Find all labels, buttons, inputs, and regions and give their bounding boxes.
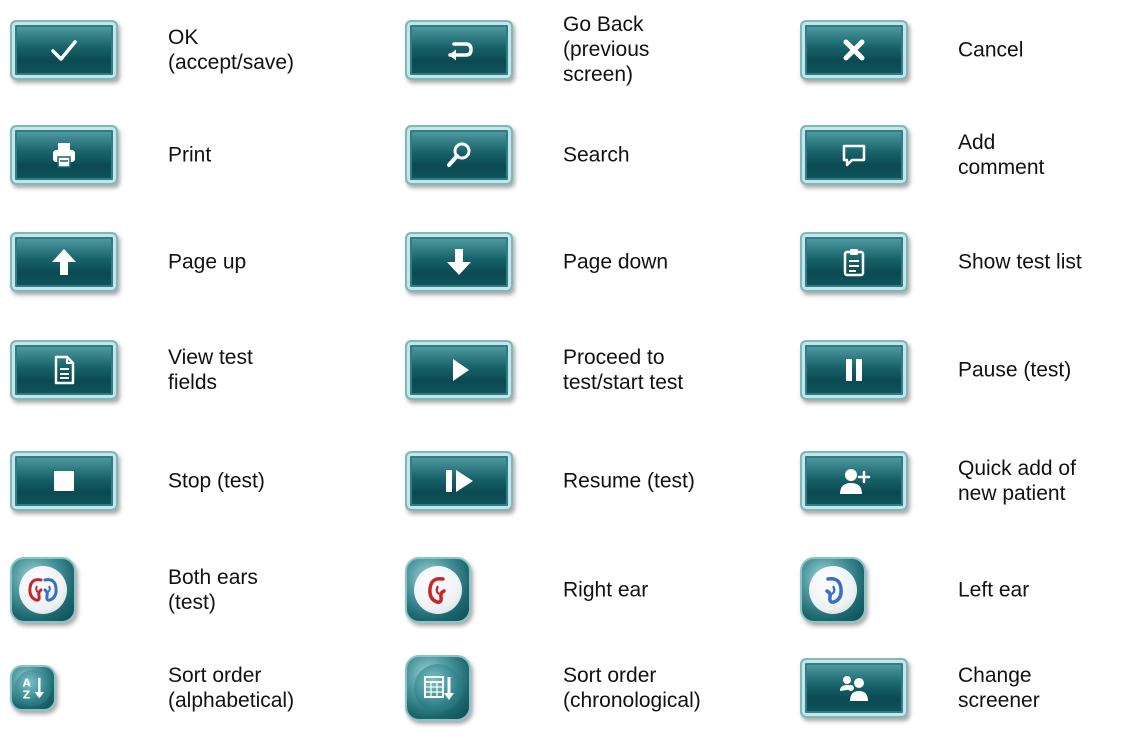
sort-alphabetical-button[interactable]: A Z <box>10 665 56 711</box>
legend-item-show-test-list: Show test list <box>800 212 1132 312</box>
return-arrow-icon <box>448 42 473 61</box>
left-ear-button[interactable] <box>800 557 866 623</box>
legend-item-add-comment: Add comment <box>800 105 1132 205</box>
legend-label: Sort order (chronological) <box>563 663 701 712</box>
sort-chronological-face <box>414 664 462 712</box>
legend-item-page-down: Page down <box>405 212 775 312</box>
legend-item-print: Print <box>10 105 380 205</box>
svg-text:A: A <box>23 677 31 689</box>
view-test-fields-button[interactable] <box>10 340 118 400</box>
both-ears-face <box>19 566 67 614</box>
legend-label: Show test list <box>958 250 1082 274</box>
legend-label: Add comment <box>958 130 1045 179</box>
legend-label: View test fields <box>168 345 253 394</box>
search-button[interactable] <box>405 125 513 185</box>
ok-button[interactable] <box>10 20 118 80</box>
document-icon <box>54 355 75 385</box>
printer-icon <box>53 143 75 168</box>
legend-label: Proceed to test/start test <box>563 345 684 394</box>
legend-item-resume-test: Resume (test) <box>405 431 775 531</box>
legend-label: Quick add of new patient <box>958 456 1076 505</box>
page-up-button[interactable] <box>10 232 118 292</box>
legend-item-cancel: Cancel <box>800 0 1132 100</box>
legend-label: Sort order (alphabetical) <box>168 663 295 712</box>
legend-item-left-ear: Left ear <box>800 540 1132 640</box>
resume-test-button[interactable] <box>405 451 513 511</box>
resume-icon <box>446 470 473 492</box>
legend-label: Stop (test) <box>168 469 265 493</box>
legend-label: Search <box>563 143 630 167</box>
left-ear-icon <box>825 576 843 604</box>
legend-label: Pause (test) <box>958 358 1072 382</box>
sort-alphabetical-face: A Z <box>15 670 51 706</box>
quick-add-patient-button[interactable] <box>800 451 908 511</box>
legend-item-right-ear: Right ear <box>405 540 775 640</box>
right-ear-face <box>414 566 462 614</box>
legend-item-ok: OK (accept/save) <box>10 0 380 100</box>
close-icon <box>843 39 865 61</box>
legend-label: Page up <box>168 250 247 274</box>
legend-item-view-test-fields: View test fields <box>10 320 380 420</box>
left-ear-face <box>809 566 857 614</box>
start-test-button[interactable] <box>405 340 513 400</box>
legend-label: Print <box>168 143 212 167</box>
show-test-list-button[interactable] <box>800 232 908 292</box>
legend-label: Change screener <box>958 663 1040 712</box>
checkmark-icon <box>51 40 77 61</box>
right-ear-button[interactable] <box>405 557 471 623</box>
sort-chronological-button[interactable] <box>405 655 471 721</box>
group-users-icon <box>840 676 868 701</box>
page-down-button[interactable] <box>405 232 513 292</box>
change-screener-button[interactable] <box>800 658 908 718</box>
legend-label: Page down <box>563 250 669 274</box>
legend-item-stop-test: Stop (test) <box>10 431 380 531</box>
legend-label: OK (accept/save) <box>168 25 295 74</box>
legend-label: Left ear <box>958 578 1030 602</box>
legend-label: Go Back (previous screen) <box>563 13 650 87</box>
legend-item-sort-alphabetical: A Z Sort order (alphabetical) <box>10 638 380 738</box>
legend-item-search: Search <box>405 105 775 205</box>
pause-test-button[interactable] <box>800 340 908 400</box>
legend-label: Cancel <box>958 38 1024 62</box>
cancel-button[interactable] <box>800 20 908 80</box>
add-user-icon <box>840 469 871 494</box>
search-icon <box>447 142 471 167</box>
arrow-up-icon <box>52 249 76 275</box>
legend-item-page-up: Page up <box>10 212 380 312</box>
both-ears-button[interactable] <box>10 557 76 623</box>
legend-item-sort-chronological: Sort order (chronological) <box>405 638 775 738</box>
legend-item-both-ears: Both ears (test) <box>10 540 380 640</box>
play-icon <box>453 359 469 381</box>
go-back-button[interactable] <box>405 20 513 80</box>
legend-label: Right ear <box>563 578 649 602</box>
right-ear-icon <box>428 576 446 604</box>
add-comment-button[interactable] <box>800 125 908 185</box>
legend-label: Both ears (test) <box>168 565 258 614</box>
legend-item-change-screener: Change screener <box>800 638 1132 738</box>
legend-item-start-test: Proceed to test/start test <box>405 320 775 420</box>
stop-icon <box>54 471 74 491</box>
legend-item-quick-add-patient: Quick add of new patient <box>800 431 1132 531</box>
legend-item-go-back: Go Back (previous screen) <box>405 0 775 100</box>
print-button[interactable] <box>10 125 118 185</box>
sort-chronological-icon <box>424 676 454 700</box>
comment-icon <box>842 144 866 167</box>
legend-label: Resume (test) <box>563 469 695 493</box>
svg-text:Z: Z <box>23 689 30 701</box>
stop-test-button[interactable] <box>10 451 118 511</box>
both-ears-icon <box>28 578 58 602</box>
clipboard-icon <box>843 249 865 277</box>
sort-alphabetical-icon: A Z <box>23 677 45 701</box>
pause-icon <box>846 359 862 381</box>
arrow-down-icon <box>447 249 471 275</box>
legend-item-pause-test: Pause (test) <box>800 320 1132 420</box>
